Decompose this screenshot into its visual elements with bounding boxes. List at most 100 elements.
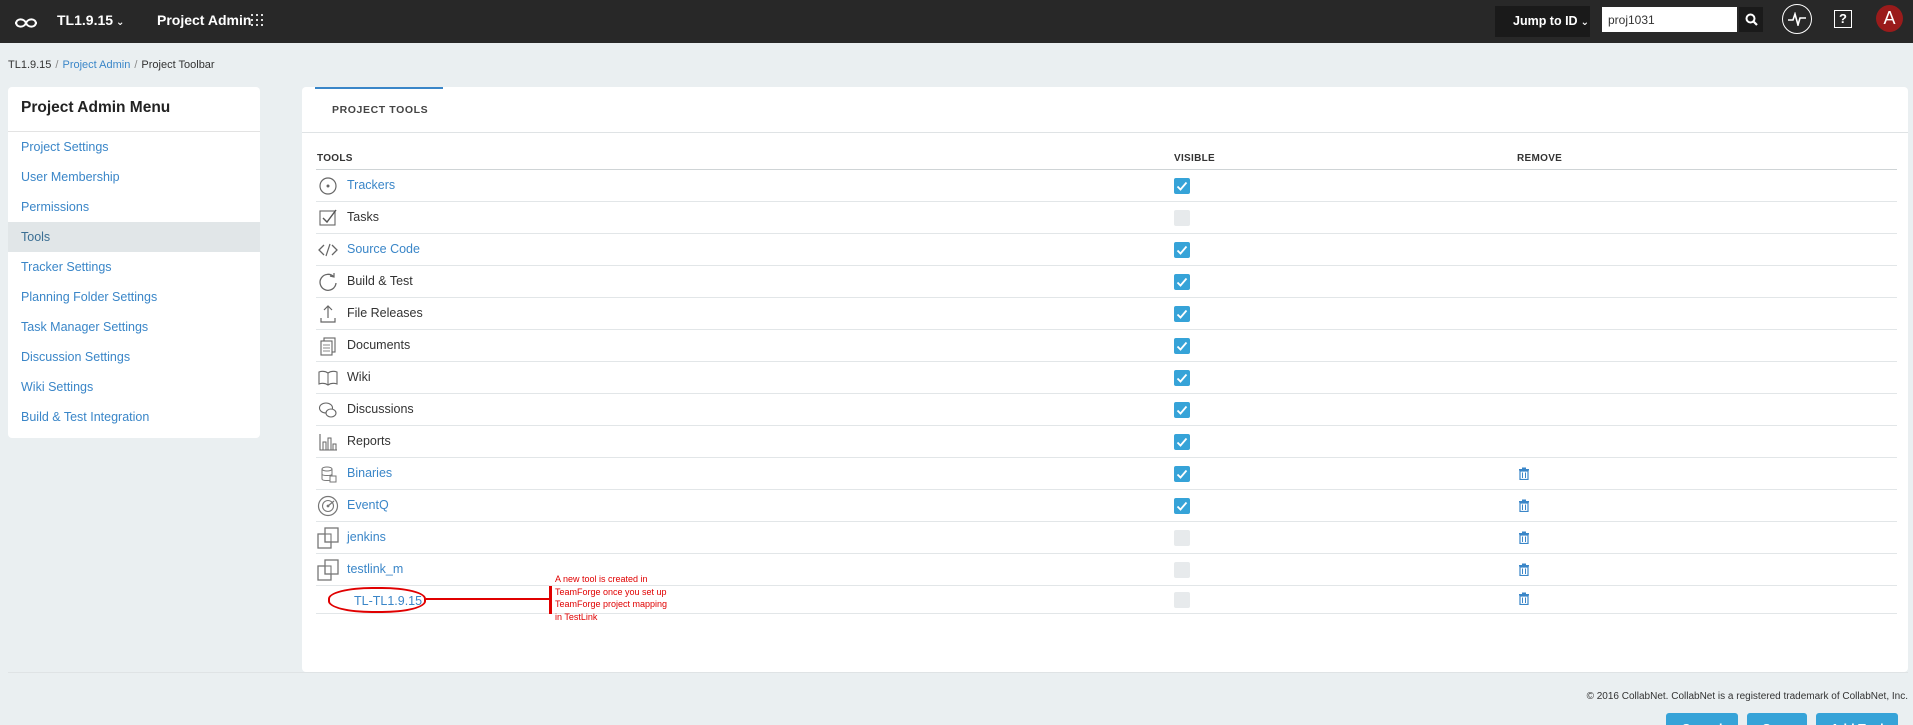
build-test-icon [317,272,339,292]
tab-project-tools[interactable]: PROJECT TOOLS [315,87,443,133]
visible-checkbox[interactable] [1174,338,1190,354]
visible-checkbox[interactable] [1174,370,1190,386]
tool-name: Build & Test [347,274,413,288]
external-tool-icon [317,527,339,549]
table-row: Discussions [316,394,1897,426]
collabnet-logo-icon[interactable] [13,12,39,32]
eventq-icon [317,495,339,517]
sidebar-item-project-settings[interactable]: Project Settings [8,132,260,162]
column-header-remove: REMOVE [1517,153,1563,164]
sidebar-item-discussion-settings[interactable]: Discussion Settings [8,342,260,372]
tool-name[interactable]: Trackers [347,178,395,192]
documents-icon [317,336,339,356]
tasks-icon [317,208,339,228]
tools-table: Trackers Tasks Source Code Build & Test File… [316,170,1897,614]
chevron-down-icon: ⌄ [1580,17,1589,28]
table-row: EventQ [316,490,1897,522]
breadcrumb: TL1.9.15/Project Admin / Project Toolbar [8,59,215,71]
visible-checkbox[interactable] [1174,306,1190,322]
visible-checkbox[interactable] [1174,562,1190,578]
section-title[interactable]: Project Admin [157,12,251,28]
wiki-icon [317,368,339,388]
visible-checkbox[interactable] [1174,178,1190,194]
trash-icon[interactable] [1518,592,1530,606]
table-row: Wiki [316,362,1897,394]
breadcrumb-project[interactable]: TL1.9.15 [8,59,51,71]
column-header-visible: VISIBLE [1174,153,1215,164]
trash-icon[interactable] [1518,499,1530,513]
trash-icon[interactable] [1518,563,1530,577]
project-switcher[interactable]: TL1.9.15 ⌄ [57,12,124,28]
jump-label: Jump to ID [1513,14,1578,28]
tool-name: Wiki [347,370,371,384]
visible-checkbox[interactable] [1174,434,1190,450]
table-row: Build & Test [316,266,1897,298]
tool-name: Reports [347,434,391,448]
activity-button[interactable] [1782,4,1812,34]
search-icon [1745,13,1758,26]
sidebar-item-wiki-settings[interactable]: Wiki Settings [8,372,260,402]
sidebar-item-build-test-integration[interactable]: Build & Test Integration [8,402,260,432]
visible-checkbox[interactable] [1174,592,1190,608]
visible-checkbox[interactable] [1174,498,1190,514]
project-admin-menu: Project Admin Menu Project Settings User… [8,87,260,438]
tool-name: File Releases [347,306,423,320]
source-code-icon [317,240,339,260]
cancel-button[interactable]: Cancel [1666,713,1738,725]
table-row: Tasks [316,202,1897,234]
help-icon[interactable]: ? [1834,10,1852,28]
tool-name: Tasks [347,210,379,224]
table-row: Binaries [316,458,1897,490]
jump-id-input[interactable] [1602,7,1737,32]
search-button[interactable] [1739,7,1763,32]
add-tool-button[interactable]: Add Tool [1816,713,1898,725]
chevron-down-icon: ⌄ [116,17,125,28]
table-row: jenkins [316,522,1897,554]
binaries-icon [317,464,339,484]
column-header-tools: TOOLS [317,153,353,164]
trash-icon[interactable] [1518,531,1530,545]
visible-checkbox[interactable] [1174,210,1190,226]
save-button[interactable]: Save [1747,713,1807,725]
table-row: Trackers [316,170,1897,202]
breadcrumb-current: Project Toolbar [141,59,215,71]
table-row: testlink_m [316,554,1897,586]
visible-checkbox[interactable] [1174,402,1190,418]
jump-to-id-dropdown[interactable]: Jump to ID ⌄ [1495,6,1590,37]
tab-bar: PROJECT TOOLS [302,87,1908,133]
reports-icon [317,432,339,452]
footer-divider [8,672,1908,673]
tool-name: Documents [347,338,411,352]
top-navigation-bar: TL1.9.15⌄ Project Admin Jump to ID⌄ ? A [0,0,1913,43]
sidebar-item-tools[interactable]: Tools [8,222,260,252]
tool-name[interactable]: jenkins [347,530,386,544]
trackers-icon [317,176,339,196]
tool-name: Discussions [347,402,414,416]
table-row: Source Code [316,234,1897,266]
breadcrumb-project-admin[interactable]: Project Admin [62,59,130,71]
annotation-bracket [549,586,552,614]
tool-name[interactable]: Source Code [347,242,420,256]
sidebar-item-task-manager-settings[interactable]: Task Manager Settings [8,312,260,342]
user-avatar[interactable]: A [1876,5,1903,32]
sidebar-item-permissions[interactable]: Permissions [8,192,260,222]
sidebar-list: Project Settings User Membership Permiss… [8,132,260,432]
table-row: Documents [316,330,1897,362]
annotation-highlight-ellipse [328,587,426,613]
sidebar-item-tracker-settings[interactable]: Tracker Settings [8,252,260,282]
sidebar-title: Project Admin Menu [8,87,260,132]
apps-grid-icon[interactable] [251,14,263,26]
footer-copyright: © 2016 CollabNet. CollabNet is a registe… [1586,691,1908,702]
visible-checkbox[interactable] [1174,242,1190,258]
annotation-note: A new tool is created in TeamForge once … [555,574,668,622]
tool-name[interactable]: EventQ [347,498,389,512]
tool-name[interactable]: testlink_m [347,562,403,576]
visible-checkbox[interactable] [1174,530,1190,546]
sidebar-item-user-membership[interactable]: User Membership [8,162,260,192]
visible-checkbox[interactable] [1174,274,1190,290]
trash-icon[interactable] [1518,467,1530,481]
tool-name[interactable]: Binaries [347,466,392,480]
activity-pulse-icon [1788,12,1806,26]
visible-checkbox[interactable] [1174,466,1190,482]
sidebar-item-planning-folder-settings[interactable]: Planning Folder Settings [8,282,260,312]
